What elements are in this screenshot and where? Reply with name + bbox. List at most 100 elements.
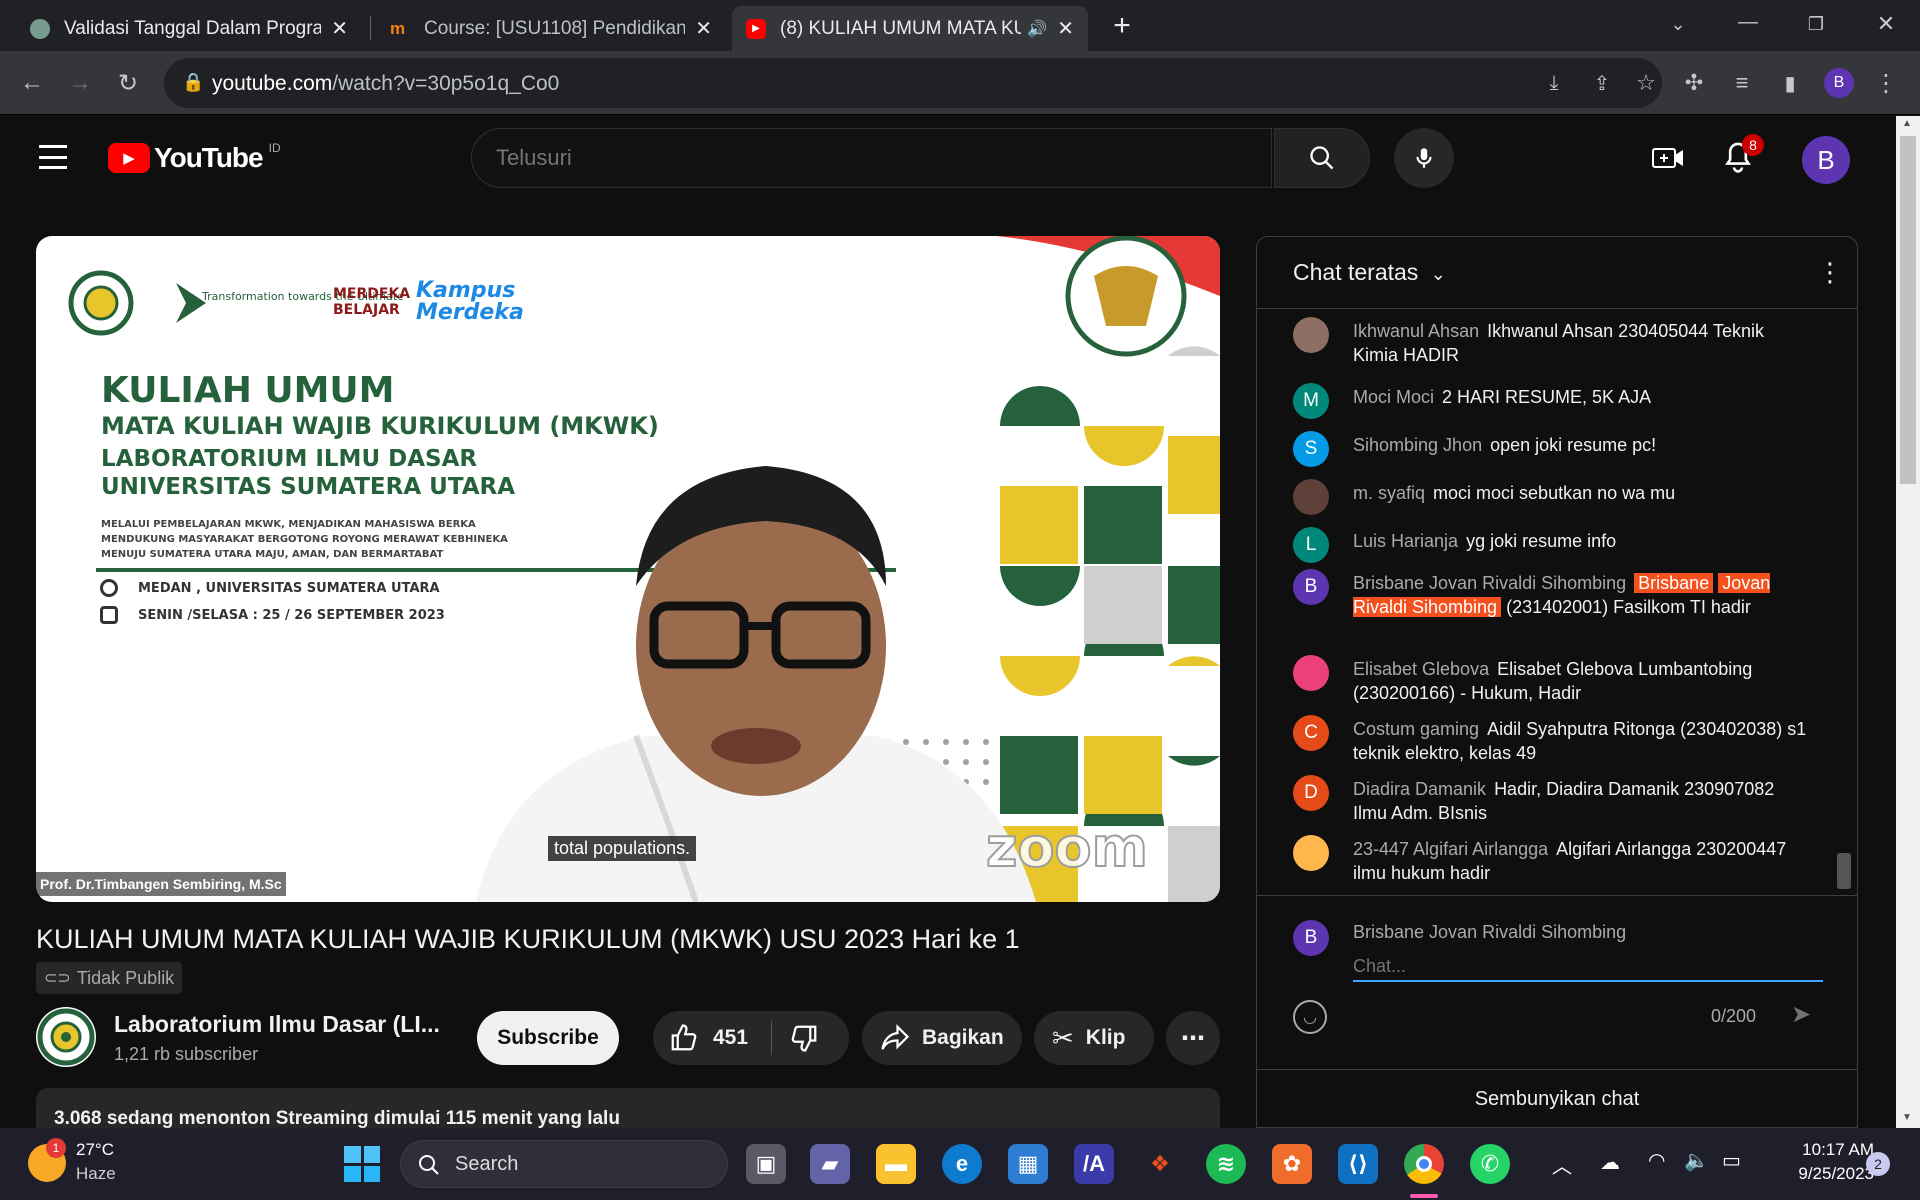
chat-more-options-icon[interactable]: ⋮	[1817, 257, 1843, 288]
teams-chat-icon[interactable]: ▰	[810, 1144, 850, 1184]
forward-icon[interactable]: →	[60, 63, 100, 103]
chat-char-count: 0/200	[1711, 1006, 1757, 1026]
volume-icon[interactable]: 🔈	[1684, 1148, 1709, 1173]
search-button[interactable]	[1274, 128, 1370, 188]
close-tab-icon[interactable]: ✕	[331, 16, 348, 41]
close-window-icon[interactable]: ✕	[1866, 4, 1906, 44]
speaker-name-label: Prof. Dr.Timbangen Sembiring, M.Sc	[36, 872, 286, 896]
clock-date[interactable]: 9/25/2023	[1770, 1164, 1874, 1184]
chat-user-name: Brisbane Jovan Rivaldi Sihombing	[1353, 922, 1627, 942]
emoji-picker-icon[interactable]: ◡	[1293, 1000, 1327, 1034]
windows-start-icon[interactable]	[344, 1146, 380, 1182]
weather-description[interactable]: Haze	[76, 1164, 116, 1184]
minimize-icon[interactable]: —	[1728, 2, 1768, 42]
postman-game-icon[interactable]: ✿	[1272, 1144, 1312, 1184]
chat-author[interactable]: Ikhwanul Ahsan	[1353, 321, 1479, 341]
channel-avatar[interactable]	[36, 1007, 96, 1067]
description-box[interactable]: 3.068 sedang menonton Streaming dimulai …	[36, 1088, 1220, 1128]
chat-author[interactable]: Brisbane Jovan Rivaldi Sihombing	[1353, 573, 1626, 593]
video-caption: total populations.	[548, 836, 697, 861]
media-controls-icon[interactable]: ≡	[1722, 63, 1762, 103]
figma-icon[interactable]: ❖	[1140, 1144, 1180, 1184]
install-app-icon[interactable]: ⤓	[1534, 63, 1574, 103]
browser-menu-icon[interactable]: ⋮	[1866, 63, 1906, 103]
chat-author[interactable]: Moci Moci	[1353, 387, 1434, 407]
taskbar-search-placeholder: Search	[455, 1153, 519, 1175]
presenter-video-feed	[476, 466, 1036, 902]
guide-menu-icon[interactable]	[36, 140, 70, 174]
restore-icon[interactable]: ❐	[1796, 4, 1836, 44]
side-panel-icon[interactable]: ▮	[1770, 63, 1810, 103]
chrome-icon[interactable]	[1404, 1144, 1444, 1184]
slide-university: UNIVERSITAS SUMATERA UTARA	[101, 474, 516, 500]
page-scrollbar[interactable]: ▲ ▼	[1896, 116, 1920, 1128]
dislike-button[interactable]	[789, 1023, 829, 1053]
microsoft-store-icon[interactable]: ▦	[1008, 1144, 1048, 1184]
onedrive-cloud-icon[interactable]: ☁	[1600, 1150, 1620, 1175]
browser-tab-validasi[interactable]: Validasi Tanggal Dalam Program ✕	[16, 6, 362, 51]
new-tab-icon[interactable]: +	[1102, 6, 1142, 46]
notification-center-badge[interactable]: 2	[1866, 1152, 1890, 1176]
scroll-down-arrow-icon[interactable]: ▼	[1902, 1112, 1912, 1123]
spotify-icon[interactable]: ≋	[1206, 1144, 1246, 1184]
chat-mode-selector[interactable]: Chat teratas ⌄	[1293, 259, 1446, 286]
youtube-logo[interactable]: ▶ YouTube ID	[108, 141, 281, 174]
chat-author[interactable]: m. syafiq	[1353, 483, 1425, 503]
chat-text: (231402001) Fasilkom TI hadir	[1506, 597, 1751, 617]
chat-scrollbar-thumb[interactable]	[1837, 853, 1851, 889]
battery-icon[interactable]: ▭	[1722, 1148, 1741, 1173]
chat-author[interactable]: Sihombing Jhon	[1353, 435, 1482, 455]
wifi-icon[interactable]: ◠	[1648, 1148, 1665, 1173]
edge-browser-icon[interactable]: e	[942, 1144, 982, 1184]
taskbar-search[interactable]: Search	[400, 1140, 728, 1188]
weather-temperature[interactable]: 27°C	[76, 1140, 114, 1160]
voice-search-button[interactable]	[1394, 128, 1454, 188]
create-video-icon[interactable]	[1648, 140, 1688, 176]
chat-author[interactable]: 23-447 Algifari Airlangga	[1353, 839, 1548, 859]
close-tab-icon[interactable]: ✕	[695, 16, 712, 41]
chat-avatar: C	[1293, 715, 1329, 751]
address-bar[interactable]: 🔒 youtube.com/watch?v=30p5o1q_Co0 ⤓ ⇪ ☆	[164, 58, 1662, 108]
clip-button[interactable]: ✂ Klip	[1034, 1011, 1154, 1065]
show-hidden-icons-icon[interactable]: ︿	[1552, 1150, 1572, 1179]
more-actions-icon[interactable]: ⋯	[1166, 1011, 1220, 1065]
logo-text: YouTube	[154, 142, 264, 173]
search-input[interactable]	[496, 145, 1096, 171]
bookmark-star-icon[interactable]: ☆	[1626, 63, 1666, 103]
pen-app-icon[interactable]: /A	[1074, 1144, 1114, 1184]
scroll-up-arrow-icon[interactable]: ▲	[1902, 118, 1912, 129]
search-box[interactable]	[471, 128, 1272, 188]
clock-time[interactable]: 10:17 AM	[1770, 1140, 1874, 1160]
browser-tab-course[interactable]: m Course: [USU1108] Pendidikan Pa ✕	[376, 6, 726, 51]
extensions-puzzle-icon[interactable]: ✣	[1674, 63, 1714, 103]
chat-message-input[interactable]	[1353, 952, 1823, 982]
account-avatar[interactable]: B	[1802, 136, 1850, 184]
profile-avatar[interactable]: B	[1824, 68, 1854, 98]
notifications-button[interactable]: 8	[1722, 134, 1764, 180]
share-button[interactable]: Bagikan	[862, 1011, 1022, 1065]
slide-calendar-icon	[100, 606, 118, 624]
reload-icon[interactable]: ↻	[108, 63, 148, 103]
slide-transformation-logo-text: Transformation towards the Ultimate	[202, 290, 404, 303]
chat-author[interactable]: Costum gaming	[1353, 719, 1479, 739]
browser-tab-youtube[interactable]: ▶ (8) KULIAH UMUM MATA KU 🔊 ✕	[732, 6, 1088, 51]
back-icon[interactable]: ←	[12, 63, 52, 103]
task-view-icon[interactable]: ▣	[746, 1144, 786, 1184]
chat-author[interactable]: Luis Harianja	[1353, 531, 1458, 551]
privacy-label: Tidak Publik	[76, 967, 175, 988]
video-player[interactable]: Transformation towards the Ultimate MERD…	[36, 236, 1220, 902]
close-tab-icon[interactable]: ✕	[1057, 16, 1074, 41]
page-scrollbar-thumb[interactable]	[1900, 136, 1916, 484]
file-explorer-icon[interactable]: ▬	[876, 1144, 916, 1184]
send-icon[interactable]: ➤	[1791, 1000, 1811, 1029]
chat-author[interactable]: Diadira Damanik	[1353, 779, 1486, 799]
subscribe-button[interactable]: Subscribe	[477, 1011, 619, 1065]
share-icon[interactable]: ⇪	[1582, 63, 1622, 103]
channel-name[interactable]: Laboratorium Ilmu Dasar (LI...	[114, 1011, 440, 1038]
chat-author[interactable]: Elisabet Glebova	[1353, 659, 1489, 679]
hide-chat-button[interactable]: Sembunyikan chat	[1257, 1069, 1857, 1127]
tab-search-chevron-icon[interactable]: ⌄	[1658, 4, 1698, 44]
vscode-icon[interactable]: ⟨⟩	[1338, 1144, 1378, 1184]
whatsapp-icon[interactable]: ✆	[1470, 1144, 1510, 1184]
audio-playing-icon[interactable]: 🔊	[1027, 19, 1047, 39]
